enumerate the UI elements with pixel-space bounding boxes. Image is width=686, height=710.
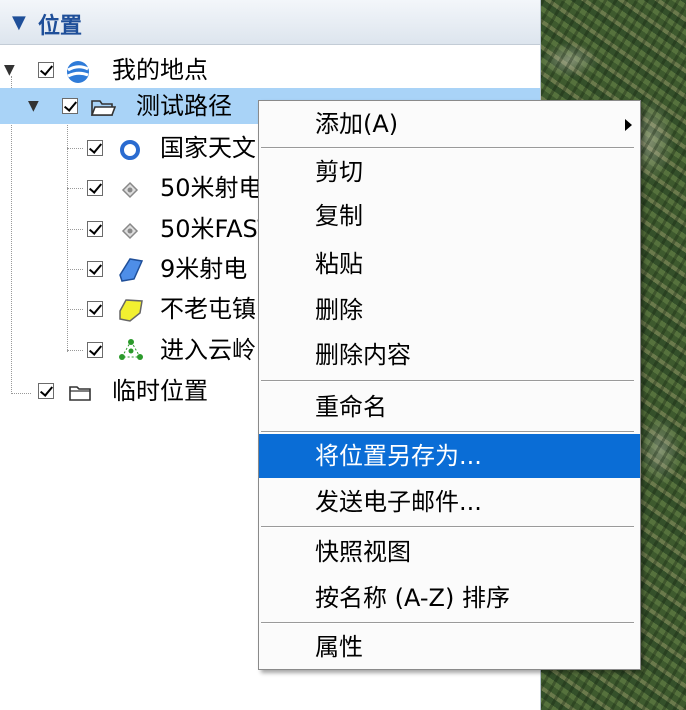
menu-separator: [261, 622, 634, 624]
menu-item-label: 将位置另存为...: [315, 442, 482, 470]
diamond-placemark-icon: [120, 176, 144, 200]
menu-item-snapshot-view[interactable]: 快照视图: [259, 530, 640, 574]
places-header[interactable]: ▼ 位置: [0, 0, 540, 45]
menu-item-paste[interactable]: 粘贴: [259, 242, 640, 286]
yellow-polygon-icon: [116, 295, 143, 322]
tree-item-label: 50米射电: [160, 174, 263, 202]
tree-item-label: 我的地点: [112, 56, 208, 84]
checkbox[interactable]: [87, 342, 103, 358]
menu-item-label: 属性: [315, 633, 363, 661]
checkbox[interactable]: [87, 221, 103, 237]
expand-arrow-icon[interactable]: ▼: [4, 63, 15, 77]
menu-item-label: 发送电子邮件...: [315, 488, 482, 516]
menu-item-cut[interactable]: 剪切: [259, 150, 640, 194]
folder-icon: [68, 379, 92, 403]
checkbox[interactable]: [38, 62, 54, 78]
menu-item-label: 重命名: [315, 393, 387, 421]
menu-item-delete[interactable]: 删除: [259, 288, 640, 332]
menu-item-label: 删除: [315, 296, 363, 324]
earth-icon: [66, 58, 90, 83]
checkbox[interactable]: [87, 301, 103, 317]
menu-item-label: 快照视图: [315, 538, 411, 566]
menu-separator: [261, 431, 634, 433]
menu-item-copy[interactable]: 复制: [259, 194, 640, 238]
menu-item-label: 按名称 (A-Z) 排序: [315, 584, 510, 612]
menu-item-label: 删除内容: [315, 341, 411, 369]
menu-item-label: 复制: [315, 202, 363, 230]
tree-item-label: 进入云岭: [160, 336, 256, 364]
context-menu: 添加(A) 剪切 复制 粘贴 删除 删除内容 重命名 将位置另存为... 发送电…: [258, 100, 641, 670]
checkbox[interactable]: [87, 180, 103, 196]
menu-item-delete-contents[interactable]: 删除内容: [259, 333, 640, 377]
target-circle-icon: [118, 136, 142, 160]
menu-item-rename[interactable]: 重命名: [259, 385, 640, 429]
menu-item-label: 粘贴: [315, 250, 363, 278]
checkbox[interactable]: [87, 261, 103, 277]
menu-item-properties[interactable]: 属性: [259, 625, 640, 669]
menu-item-add[interactable]: 添加(A): [259, 102, 640, 146]
menu-separator: [261, 526, 634, 528]
menu-separator: [261, 147, 634, 149]
tree-item-my-places[interactable]: ▼ 我的地点: [0, 52, 540, 88]
diamond-placemark-icon: [120, 217, 144, 241]
tree-item-label: 50米FAST: [160, 215, 273, 243]
menu-item-label: 剪切: [315, 158, 363, 186]
menu-separator: [261, 380, 634, 382]
checkbox[interactable]: [62, 98, 78, 114]
blue-polygon-icon: [116, 255, 144, 282]
open-folder-icon: [90, 94, 117, 118]
checkbox[interactable]: [87, 140, 103, 156]
menu-item-save-place-as[interactable]: 将位置另存为...: [259, 434, 640, 478]
menu-item-sort-by-name[interactable]: 按名称 (A-Z) 排序: [259, 576, 640, 620]
tree-item-label: 国家天文: [160, 134, 256, 162]
menu-item-email[interactable]: 发送电子邮件...: [259, 480, 640, 524]
path-dots-icon: [118, 337, 143, 361]
places-title: 位置: [38, 14, 83, 39]
submenu-arrow-icon: [625, 119, 632, 131]
menu-item-label: 添加(A): [315, 110, 399, 138]
collapse-arrow-icon[interactable]: ▼: [12, 12, 26, 33]
tree-item-label: 测试路径: [136, 92, 232, 120]
tree-item-label: 9米射电: [160, 255, 248, 283]
checkbox[interactable]: [38, 383, 54, 399]
tree-item-label: 临时位置: [112, 377, 208, 405]
expand-arrow-icon[interactable]: ▼: [28, 99, 39, 113]
tree-item-label: 不老屯镇: [160, 295, 256, 323]
